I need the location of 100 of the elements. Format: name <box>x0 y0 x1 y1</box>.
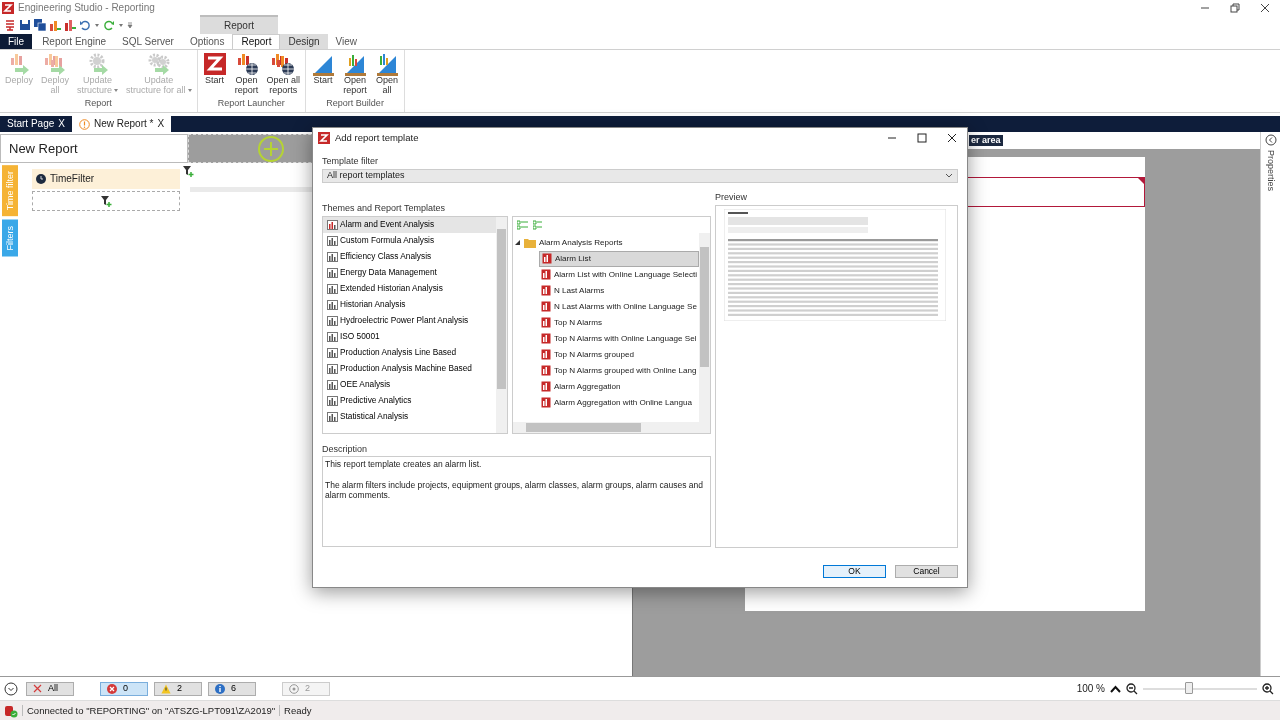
zoom-slider-thumb[interactable] <box>1184 681 1193 694</box>
group-label: Report Builder <box>325 98 385 111</box>
report-icon <box>327 251 338 262</box>
report-icon <box>327 219 338 230</box>
caret-icon <box>187 89 192 92</box>
template-item[interactable]: Top N Alarms with Online Language Sel <box>538 330 699 347</box>
save-icon[interactable] <box>19 19 31 31</box>
properties-tab[interactable]: Properties <box>1265 150 1276 192</box>
cross-icon <box>33 684 42 693</box>
theme-item[interactable]: Alarm and Event Analysis <box>323 216 496 233</box>
theme-item[interactable]: Custom Formula Analysis <box>323 232 496 249</box>
eye-icon <box>289 683 299 694</box>
ribbon-tab[interactable]: SQL Server <box>114 34 182 49</box>
undo-icon[interactable] <box>79 19 91 31</box>
report-icon <box>327 379 338 390</box>
tab-label: New Report * <box>93 118 154 130</box>
ribbon-tab[interactable]: Report <box>232 34 281 49</box>
document-tab[interactable]: Start Page X <box>0 116 72 132</box>
theme-item[interactable]: Production Analysis Machine Based <box>323 360 496 377</box>
ribbon-button[interactable]: Open report <box>232 52 261 99</box>
customize-icon[interactable] <box>127 21 133 29</box>
dialog-button[interactable]: OK <box>823 565 886 578</box>
theme-item[interactable]: Statistical Analysis <box>323 408 496 425</box>
collapse-icon[interactable] <box>1264 134 1277 146</box>
dialog-button[interactable]: Cancel <box>895 565 958 578</box>
template-item[interactable]: Alarm Aggregation with Online Langua <box>538 394 699 411</box>
template-item[interactable]: N Last Alarms with Online Language Se <box>538 298 699 315</box>
theme-item[interactable]: Hydroelectric Power Plant Analysis <box>323 312 496 329</box>
window-title: Engineering Studio - Reporting <box>18 2 155 14</box>
filter-item[interactable]: TimeFilter <box>32 169 180 189</box>
ribbon-tab[interactable]: Design <box>280 34 328 49</box>
report-icon <box>540 269 551 281</box>
tab-close[interactable]: X <box>157 118 165 130</box>
list-icon[interactable] <box>4 19 16 31</box>
ribbon-button[interactable]: Open all reports <box>264 52 303 99</box>
template-item[interactable]: Top N Alarms grouped <box>538 346 699 363</box>
ribbon-button[interactable]: Start <box>200 52 229 99</box>
ribbon-button[interactable]: Open all <box>373 52 402 99</box>
chevron-up-icon[interactable] <box>1110 684 1121 693</box>
scrollbar[interactable] <box>512 421 710 433</box>
ribbon-button[interactable]: Start <box>309 52 338 99</box>
tree-folder[interactable]: Alarm Analysis Reports <box>512 234 699 251</box>
zoom-out-icon[interactable] <box>1126 682 1138 695</box>
zoom-in-icon[interactable] <box>1262 682 1274 695</box>
report-icon <box>327 283 338 294</box>
caret-icon[interactable] <box>118 22 124 28</box>
theme-item[interactable]: Production Analysis Line Based <box>323 344 496 361</box>
ribbon-button[interactable]: Open report <box>341 52 370 99</box>
expanded-arrow-icon <box>514 239 521 246</box>
theme-item[interactable]: Efficiency Class Analysis <box>323 248 496 265</box>
template-item[interactable]: Alarm List with Online Language Selecti <box>538 266 699 283</box>
chevron-down-icon <box>945 172 953 179</box>
template-item[interactable]: Alarm List <box>538 250 699 267</box>
restore-icon[interactable] <box>1230 3 1240 13</box>
save-all-icon[interactable] <box>34 19 46 31</box>
report-icon <box>327 235 338 246</box>
template-item[interactable]: Top N Alarms grouped with Online Lang <box>538 362 699 379</box>
message-filter-button[interactable]: 2 <box>154 681 202 696</box>
group-label: Report Launcher <box>216 98 286 111</box>
theme-item[interactable]: OEE Analysis <box>323 376 496 393</box>
theme-item[interactable]: Energy Data Management <box>323 264 496 281</box>
template-item[interactable]: Alarm Aggregation <box>538 378 699 395</box>
ribbon-tab[interactable]: File <box>0 34 33 49</box>
scrollbar[interactable] <box>495 216 507 433</box>
add-filter-icon[interactable] <box>182 165 194 178</box>
theme-item[interactable]: Historian Analysis <box>323 296 496 313</box>
warning-icon <box>78 118 90 130</box>
message-filter-button[interactable]: 0 <box>100 681 148 696</box>
theme-item[interactable]: ISO 50001 <box>323 328 496 345</box>
maximize-icon[interactable] <box>917 133 927 143</box>
report-icon <box>327 411 338 422</box>
caret-icon[interactable] <box>94 22 100 28</box>
tab-close[interactable]: X <box>58 118 65 130</box>
chart-icon[interactable] <box>49 19 61 31</box>
scrollbar[interactable] <box>699 232 710 422</box>
report-icon <box>540 301 551 313</box>
report-icon <box>540 333 551 345</box>
template-filter-dropdown[interactable]: All report templates <box>322 168 958 183</box>
close-icon[interactable] <box>947 133 957 143</box>
expand-icon[interactable] <box>4 681 18 696</box>
report-icon <box>327 347 338 358</box>
app-logo-icon <box>202 52 227 76</box>
theme-item[interactable]: Predictive Analytics <box>323 392 496 409</box>
template-item[interactable]: N Last Alarms <box>538 282 699 299</box>
ribbon-tab[interactable]: View <box>327 34 366 49</box>
ribbon-tab[interactable]: Report Engine <box>34 34 115 49</box>
theme-item[interactable]: Extended Historian Analysis <box>323 280 496 297</box>
zoom-reading: 100 % <box>1076 682 1105 695</box>
document-tab[interactable]: New Report * X <box>71 116 172 132</box>
chart-icon[interactable] <box>64 19 76 31</box>
close-icon[interactable] <box>1260 3 1270 13</box>
message-filter-button[interactable]: 6 <box>208 681 256 696</box>
ruler-chart-icon <box>343 52 368 76</box>
connection-status: Connected to "REPORTING" on "ATSZG-LPT091\ZA2019" <box>22 704 281 717</box>
add-icon <box>257 134 285 163</box>
message-filter-button[interactable]: All <box>26 681 74 696</box>
redo-icon[interactable] <box>103 19 115 31</box>
ribbon-tab[interactable]: Options <box>181 34 233 49</box>
description-text: This report template creates an alarm list. <box>325 459 483 470</box>
template-item[interactable]: Top N Alarms <box>538 314 699 331</box>
